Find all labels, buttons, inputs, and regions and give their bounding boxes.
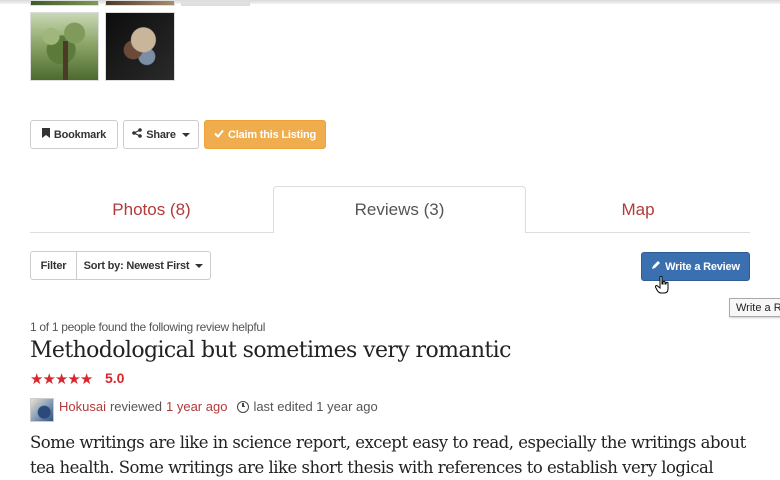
gallery-thumbnail[interactable] (105, 0, 175, 6)
tab-map[interactable]: Map (526, 186, 750, 233)
star-icon: ★ (54, 371, 68, 388)
review-body: Some writings are like in science report… (30, 433, 746, 477)
tab-map-label: Map (621, 199, 655, 219)
gallery-thumbnail-hands[interactable] (105, 12, 175, 81)
write-review-tooltip: Write a Review (729, 298, 780, 317)
filter-button[interactable]: Filter (30, 251, 77, 280)
helpful-count: 1 of 1 people found the following review… (30, 320, 266, 334)
star-icon: ★ (67, 371, 80, 388)
star-icon: ★ (42, 371, 55, 388)
claim-label: Claim this Listing (227, 128, 317, 141)
reviewed-word: reviewed (109, 399, 162, 414)
star-icon: ★ (30, 371, 43, 388)
filter-sort-group: Filter Sort by: Newest First (30, 251, 211, 280)
bookmark-label: Bookmark (53, 128, 107, 141)
chevron-down-icon (181, 132, 190, 137)
tab-reviews-label: Reviews (3) (354, 200, 445, 219)
filter-label: Filter (40, 259, 67, 272)
author-link[interactable]: Hokusai (59, 399, 106, 414)
clock-icon (237, 400, 250, 413)
review-date-link[interactable]: 1 year ago (166, 399, 227, 414)
active-tab-gap (274, 232, 525, 233)
edited-text: last edited 1 year ago (253, 399, 378, 414)
check-icon (214, 129, 224, 141)
rating-value: 5.0 (105, 370, 125, 386)
chevron-down-icon (195, 263, 204, 268)
review-title: Methodological but sometimes very romant… (30, 338, 511, 363)
tab-photos[interactable]: Photos (8) (30, 186, 273, 233)
share-label: Share (146, 128, 176, 141)
gallery-thumbnail-tree[interactable] (30, 12, 99, 81)
star-rating: ★ ★ ★ ★ ★ (30, 370, 93, 388)
pencil-icon (651, 260, 661, 273)
star-icon: ★ (79, 371, 93, 388)
share-icon (132, 128, 143, 141)
hand-cursor-icon (655, 276, 669, 294)
review-meta: Hokusai reviewed 1 year ago last edited … (59, 399, 378, 414)
share-button[interactable]: Share (123, 120, 199, 149)
sort-label: Sort by: Newest First (83, 259, 190, 272)
tab-reviews[interactable]: Reviews (3) (273, 186, 526, 233)
write-review-label: Write a Review (665, 260, 740, 273)
tab-photos-label: Photos (8) (112, 199, 191, 219)
bookmark-button[interactable]: Bookmark (30, 120, 118, 149)
bookmark-icon (41, 128, 50, 141)
avatar[interactable] (30, 398, 54, 422)
claim-listing-button[interactable]: Claim this Listing (204, 120, 326, 149)
gallery-thumbnail[interactable] (30, 0, 99, 6)
sort-dropdown[interactable]: Sort by: Newest First (77, 251, 211, 280)
gallery-thumbnail[interactable] (181, 0, 250, 6)
